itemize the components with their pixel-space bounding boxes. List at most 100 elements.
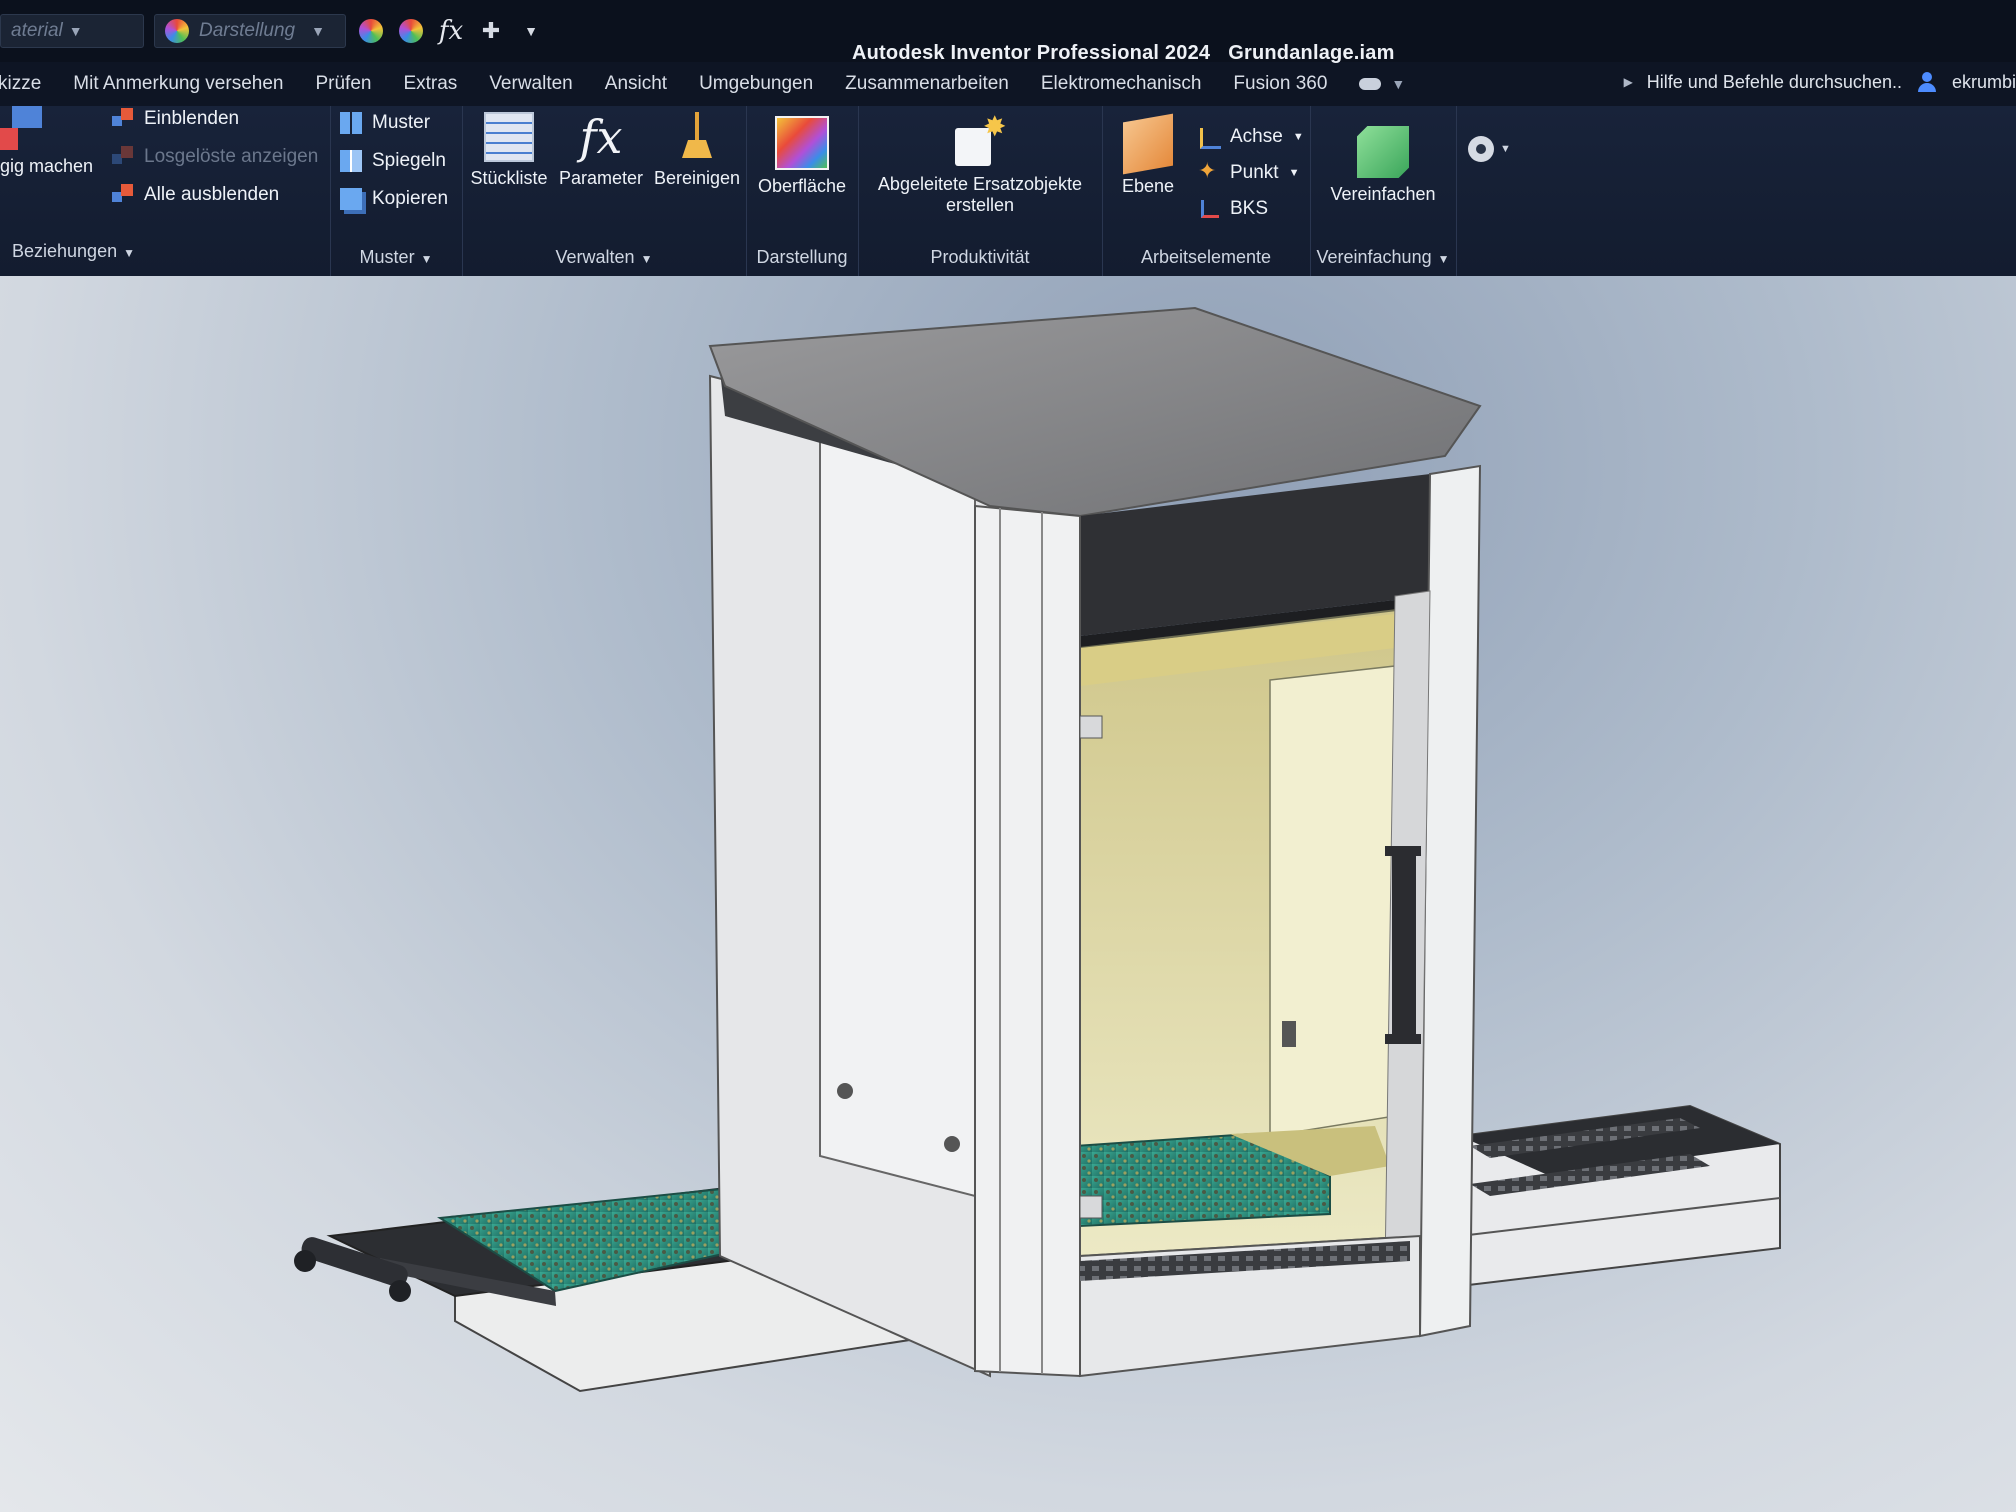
vereinfachen-button[interactable]: Vereinfachen [1314,126,1452,205]
simplify-icon [1357,126,1409,178]
panel-label-verwalten[interactable]: Verwalten ▼ [462,247,746,268]
customize-toolbar-icon[interactable]: ▼ [516,16,546,46]
muster-label: Muster [372,112,431,133]
chevron-down-icon: ▼ [1500,143,1511,155]
parameter-label: Parameter [558,168,644,188]
help-search-text: Hilfe und Befehle durchsuchen.. [1646,71,1902,92]
bill-of-materials-icon [484,112,534,162]
tab-extras[interactable]: Extras [403,73,457,95]
tab-zusammenarbeiten[interactable]: Zusammenarbeiten [845,73,1009,95]
alle-ausblenden-button[interactable]: Alle ausblenden [112,184,279,206]
title-bar: aterial ▼ Darstellung ▼ fx ✚ ▼ Autodesk … [0,0,2016,64]
broom-icon [672,112,722,162]
tab-pruefen[interactable]: Prüfen [315,73,371,95]
tab-fusion-360[interactable]: Fusion 360 [1233,73,1327,95]
tab-options[interactable]: ▼ [1359,76,1405,92]
panel-muster: Muster Spiegeln Kopieren Muster ▼ [330,106,463,276]
punkt-button[interactable]: Punkt ▼ [1198,158,1299,184]
material-combo[interactable]: aterial ▼ [0,14,144,48]
mirror-icon [340,150,362,172]
point-icon [1198,158,1220,184]
bks-button[interactable]: BKS [1198,198,1268,220]
einblenden-button[interactable]: Einblenden [112,108,239,130]
clear-appearance-icon[interactable] [396,16,426,46]
chevron-down-icon: ▼ [68,23,83,39]
assembly-model[interactable] [0,276,2016,1512]
expand-arrow-icon: ▶ [1623,75,1633,89]
tab-umgebungen[interactable]: Umgebungen [699,73,813,95]
ucs-icon [1198,198,1220,220]
plus-icon[interactable]: ✚ [476,16,506,46]
stueckliste-button[interactable]: Stückliste [466,112,552,189]
parameter-fx-icon: fx [579,110,623,164]
panel-label-text: Vereinfachung [1316,247,1432,267]
fx-icon[interactable]: fx [436,16,466,46]
muster-button[interactable]: Muster [340,112,430,134]
panel-beziehungen: gig machen Einblenden Losgelöste anzeige… [0,106,331,276]
tab-skizze[interactable]: kizze [0,73,41,95]
panel-verwalten: Stückliste fx Parameter Bereinigen Verwa… [462,106,747,276]
kopieren-label: Kopieren [372,188,449,209]
chevron-down-icon: ▼ [311,23,325,39]
chevron-down-icon: ▼ [1437,252,1450,266]
panel-label-text: Produktivität [930,247,1030,267]
tab-anmerkung[interactable]: Mit Anmerkung versehen [73,73,283,95]
abgeleitete-label-2: erstellen [945,195,1015,215]
help-search[interactable]: ▶ Hilfe und Befehle durchsuchen.. ekrumb… [1624,62,2016,102]
ribbon-more-button[interactable]: ▼ [1468,136,1511,162]
graphics-viewport[interactable] [0,276,2016,1512]
oberflaeche-button[interactable]: Oberfläche [750,116,854,197]
losgeloeste-label: Losgelöste anzeigen [144,146,319,167]
achse-label: Achse [1230,126,1283,147]
chevron-down-icon: ▼ [640,252,653,266]
axis-icon [1198,126,1221,149]
panel-label-text: Beziehungen [12,241,118,261]
ebene-button[interactable]: Ebene [1108,113,1188,197]
user-icon [1916,71,1938,93]
tab-verwalten[interactable]: Verwalten [489,73,572,95]
surface-icon [775,116,829,170]
einblenden-label: Einblenden [144,108,240,129]
tab-elektromechanisch[interactable]: Elektromechanisch [1041,73,1202,95]
panel-label-beziehungen[interactable]: Beziehungen ▼ [12,241,330,262]
appearance-combo[interactable]: Darstellung ▼ [154,14,346,48]
chevron-down-icon: ▼ [420,252,433,266]
panel-label-vereinfachung[interactable]: Vereinfachung ▼ [1310,247,1456,268]
big-button-sketch[interactable]: gig machen [0,106,106,177]
tab-ansicht[interactable]: Ansicht [605,73,667,95]
pattern-icon [340,112,362,134]
big-button-label: gig machen [0,156,94,176]
abgeleitete-label-1: Abgeleitete Ersatzobjekte [877,174,1083,194]
kopieren-button[interactable]: Kopieren [340,188,448,210]
appearance-combo-text: Darstellung [199,20,296,41]
app-name: Autodesk Inventor Professional 2024 [852,42,1211,64]
panel-darstellung: Oberfläche Darstellung [746,106,859,276]
inventor-window: aterial ▼ Darstellung ▼ fx ✚ ▼ Autodesk … [0,0,2016,1512]
panel-label-text: Verwalten [555,247,635,267]
bereinigen-label: Bereinigen [653,168,741,188]
panel-produktivitaet: Abgeleitete Ersatzobjekte erstellen Prod… [858,106,1103,276]
more-options-icon [1468,136,1494,162]
panel-label-muster[interactable]: Muster ▼ [330,247,462,268]
copy-icon [340,188,362,210]
bereinigen-button[interactable]: Bereinigen [650,112,744,189]
panel-label-arbeitselemente: Arbeitselemente [1102,247,1310,268]
parameter-button[interactable]: fx Parameter [554,112,648,189]
document-name: Grundanlage.iam [1228,42,1395,64]
hide-icon [112,184,134,206]
adjust-appearance-icon[interactable] [356,16,386,46]
material-combo-text: aterial [11,20,63,41]
spiegeln-button[interactable]: Spiegeln [340,150,446,172]
achse-button[interactable]: Achse ▼ [1198,126,1304,149]
panel-label-darstellung: Darstellung [746,247,858,268]
rear-rail [1459,1104,1781,1288]
bks-label: BKS [1230,198,1269,219]
chevron-down-icon: ▼ [123,246,135,260]
panel-label-text: Muster [359,247,415,267]
chevron-down-icon: ▼ [1391,76,1406,92]
oberflaeche-label: Oberfläche [757,176,847,196]
show-icon [112,108,134,130]
abgeleitete-ersatzobjekte-button[interactable]: Abgeleitete Ersatzobjekte erstellen [866,110,1094,216]
losgeloeste-button[interactable]: Losgelöste anzeigen [112,146,318,168]
user-name[interactable]: ekrumbi [1952,72,2016,93]
